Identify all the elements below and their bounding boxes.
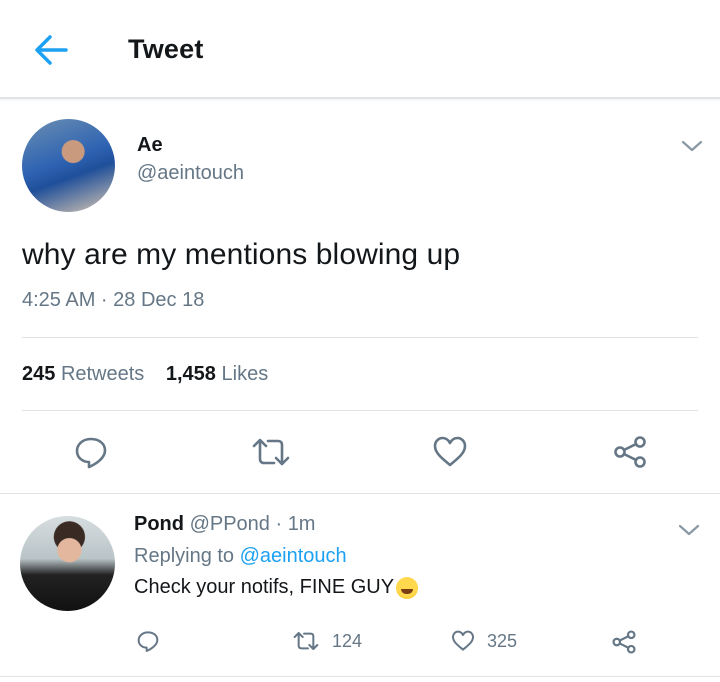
retweets-stat[interactable]: 245 Retweets xyxy=(22,363,144,385)
retweets-label: Retweets xyxy=(60,363,145,385)
chevron-down-icon[interactable] xyxy=(680,138,704,154)
top-bar: Tweet xyxy=(0,0,720,99)
retweet-icon[interactable] xyxy=(250,434,292,470)
reply-icon[interactable] xyxy=(73,434,109,470)
replying-to-line: Replying to @aeintouch xyxy=(134,545,347,568)
likes-label: Likes xyxy=(221,363,269,385)
divider xyxy=(22,410,698,411)
share-icon[interactable] xyxy=(612,434,648,470)
reply-icon[interactable] xyxy=(136,629,160,653)
author-name[interactable]: Ae xyxy=(137,134,163,157)
tweet-timestamp: 4:25 AM · 28 Dec 18 xyxy=(22,289,205,311)
reply-retweet-button[interactable]: 124 xyxy=(292,629,362,653)
reply-author-name[interactable]: Pond xyxy=(134,513,184,535)
mention-link[interactable]: @aeintouch xyxy=(240,545,347,567)
reply-text-line: Check your notifs, FINE GUY xyxy=(134,576,419,599)
share-icon[interactable] xyxy=(611,629,637,655)
heart-icon xyxy=(452,630,474,651)
divider xyxy=(22,337,698,338)
reply-like-button[interactable]: 325 xyxy=(451,629,517,653)
engagement-stats: 245 Retweets 1,458 Likes xyxy=(22,363,268,386)
author-handle[interactable]: @aeintouch xyxy=(137,162,244,185)
page-title: Tweet xyxy=(128,34,204,64)
reply-author-avatar[interactable] xyxy=(20,516,115,611)
likes-stat[interactable]: 1,458 Likes xyxy=(166,363,268,385)
tweet-text: why are my mentions blowing up xyxy=(22,238,461,271)
reply-like-count: 325 xyxy=(487,630,518,651)
author-avatar[interactable] xyxy=(22,119,115,212)
reply-header: Pond @PPond · 1m xyxy=(134,513,315,536)
divider xyxy=(0,493,720,494)
reply-retweet-count: 124 xyxy=(332,630,363,651)
replying-prefix: Replying to xyxy=(134,545,235,567)
likes-count: 1,458 xyxy=(165,363,216,385)
like-heart-icon[interactable] xyxy=(432,434,468,470)
divider xyxy=(0,676,720,677)
chevron-down-icon[interactable] xyxy=(677,522,701,538)
reply-author-meta: @PPond · 1m xyxy=(189,513,316,535)
laughing-emoji-icon xyxy=(396,576,419,599)
retweets-count: 245 xyxy=(22,363,56,385)
reply-text: Check your notifs, FINE GUY xyxy=(134,576,395,598)
retweet-icon xyxy=(293,632,319,650)
back-arrow-icon[interactable] xyxy=(30,32,70,68)
